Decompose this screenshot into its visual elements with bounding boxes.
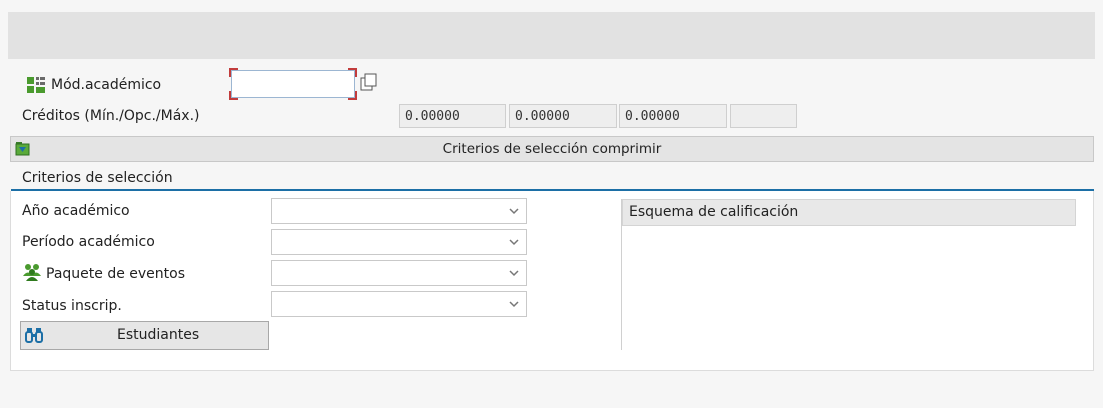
- collapse-selection-bar[interactable]: Criterios de selección comprimir: [10, 136, 1094, 162]
- collapse-icon: [15, 142, 30, 156]
- module-icon: [27, 77, 45, 93]
- enrollment-status-select[interactable]: [271, 291, 527, 317]
- credits-label: Créditos (Mín./Opc./Máx.): [22, 108, 200, 124]
- academic-period-label: Período académico: [22, 234, 155, 250]
- enrollment-status-label: Status inscrip.: [22, 298, 122, 314]
- toolbar-area: [8, 12, 1095, 59]
- chevron-down-icon: [509, 239, 519, 246]
- section-title: Criterios de selección: [22, 170, 173, 186]
- credits-opt-field: 0.00000: [509, 104, 617, 128]
- academic-period-select[interactable]: [271, 229, 527, 255]
- value-help-icon[interactable]: [360, 72, 378, 92]
- event-package-icon: [23, 264, 41, 281]
- event-package-select[interactable]: [271, 260, 527, 286]
- chevron-down-icon: [509, 208, 519, 215]
- binoculars-icon: [25, 328, 43, 343]
- credits-min-field: 0.00000: [399, 104, 506, 128]
- academic-year-select[interactable]: [271, 198, 527, 224]
- chevron-down-icon: [509, 270, 519, 277]
- students-button[interactable]: Estudiantes: [20, 321, 269, 350]
- chevron-down-icon: [509, 301, 519, 308]
- focus-corner: [348, 68, 357, 77]
- module-input[interactable]: [229, 68, 357, 100]
- students-button-label: Estudiantes: [117, 327, 200, 343]
- focus-corner: [348, 91, 357, 100]
- credits-max-field: 0.00000: [619, 104, 727, 128]
- event-package-label: Paquete de eventos: [46, 266, 186, 282]
- academic-year-label: Año académico: [22, 203, 130, 219]
- module-label: Mód.académico: [51, 77, 162, 93]
- collapse-bar-label: Criterios de selección comprimir: [442, 141, 662, 157]
- focus-corner: [229, 91, 238, 100]
- credits-unit-field: [730, 104, 797, 128]
- focus-corner: [229, 68, 238, 77]
- grading-scheme-header: Esquema de calificación: [622, 199, 1076, 226]
